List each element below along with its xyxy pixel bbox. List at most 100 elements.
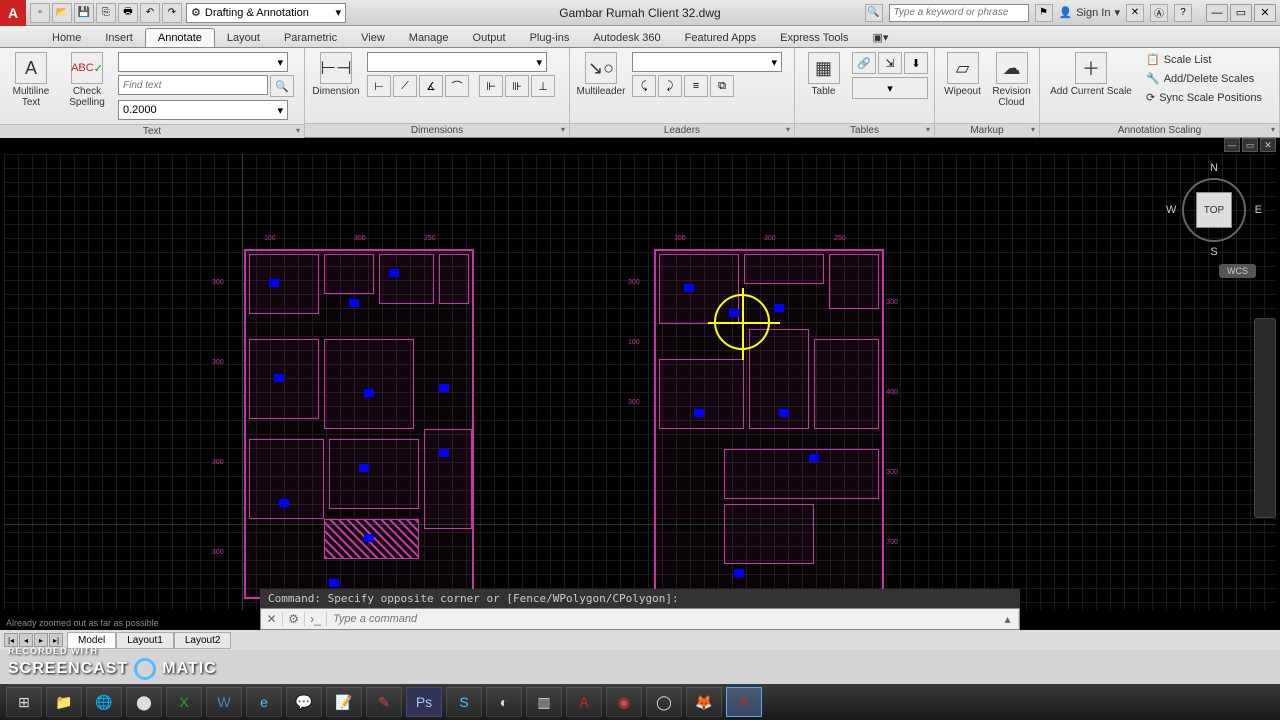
tab-parametric[interactable]: Parametric [272,29,349,47]
taskbar-app6-icon[interactable]: ◉ [606,687,642,717]
layout-first-icon[interactable]: |◂ [4,633,18,647]
close-button[interactable]: ✕ [1254,4,1276,22]
leader-collect-icon[interactable]: ⧉ [710,75,734,97]
dim-angular-icon[interactable]: ∡ [419,75,443,97]
dim-arc-icon[interactable]: ⌒ [445,75,469,97]
panel-tables-title[interactable]: Tables [795,123,934,137]
signin-button[interactable]: 👤Sign In▾ [1059,6,1120,19]
command-close-icon[interactable]: ✕ [261,612,283,626]
table-link-icon[interactable]: 🔗 [852,52,876,74]
taskbar-word-icon[interactable]: W [206,687,242,717]
taskbar-app3-icon[interactable]: S [446,687,482,717]
a360-icon[interactable]: Ⓐ [1150,4,1168,22]
dim-style-combo[interactable]: ▾ [367,52,547,72]
navigation-bar[interactable] [1254,318,1276,518]
revision-cloud-button[interactable]: ☁ Revision Cloud [990,52,1033,108]
exchange-icon[interactable]: ✕ [1126,4,1144,22]
qat-redo-icon[interactable]: ↷ [162,3,182,23]
layout-next-icon[interactable]: ▸ [34,633,48,647]
wipeout-button[interactable]: ▱ Wipeout [941,52,984,97]
sync-scale-button[interactable]: ⟳Sync Scale Positions [1142,90,1266,105]
leader-style-combo[interactable]: ▾ [632,52,782,72]
dim-ordinate-icon[interactable]: ⊥ [531,75,555,97]
taskbar-explorer-icon[interactable]: 📁 [46,687,82,717]
help-icon[interactable]: ? [1174,4,1192,22]
layout-tab-layout2[interactable]: Layout2 [174,632,232,649]
add-current-scale-button[interactable]: ＋ Add Current Scale [1046,52,1136,97]
panel-text-title[interactable]: Text [0,124,304,138]
taskbar-firefox-icon[interactable]: 🦊 [686,687,722,717]
text-style-combo[interactable]: ▾ [118,52,288,72]
taskbar-chrome-icon[interactable]: ◯ [646,687,682,717]
table-extract-icon[interactable]: ⇲ [878,52,902,74]
text-height-combo[interactable]: 0.2000▾ [118,100,288,120]
dim-continue-icon[interactable]: ⊩ [479,75,503,97]
keyword-search-input[interactable] [889,4,1029,22]
leader-add-icon[interactable]: ⤹ [632,75,656,97]
layout-prev-icon[interactable]: ◂ [19,633,33,647]
maximize-button[interactable]: ▭ [1230,4,1252,22]
qat-open-icon[interactable]: 📂 [52,3,72,23]
taskbar-app4-icon[interactable]: ◐ [486,687,522,717]
search-toggle-icon[interactable]: 🔍 [865,4,883,22]
viewcube-top[interactable]: TOP [1196,192,1232,228]
dim-aligned-icon[interactable]: ⟋ [393,75,417,97]
app-logo[interactable]: A [0,0,26,26]
panel-dimensions-title[interactable]: Dimensions [305,123,569,137]
dim-linear-icon[interactable]: ⊢ [367,75,391,97]
dim-baseline-icon[interactable]: ⊪ [505,75,529,97]
taskbar-app2-icon[interactable]: ✎ [366,687,402,717]
find-text-input[interactable] [118,75,268,95]
tab-autodesk360[interactable]: Autodesk 360 [581,29,672,47]
workspace-selector[interactable]: ⚙Drafting & Annotation ▾ [186,3,346,23]
tab-featured-apps[interactable]: Featured Apps [673,29,769,47]
tab-express-tools[interactable]: Express Tools [768,29,860,47]
tab-view[interactable]: View [349,29,397,47]
layout-tab-layout1[interactable]: Layout1 [116,632,174,649]
tab-annotate[interactable]: Annotate [145,28,215,47]
qat-saveas-icon[interactable]: ⎘ [96,3,116,23]
check-spelling-button[interactable]: ABC✓ Check Spelling [62,52,112,108]
viewport-close-icon[interactable]: ✕ [1260,138,1276,152]
qat-new-icon[interactable]: ▫ [30,3,50,23]
taskbar-notes-icon[interactable]: 📝 [326,687,362,717]
wcs-badge[interactable]: WCS [1219,264,1256,278]
viewport-minimize-icon[interactable]: — [1224,138,1240,152]
table-style-combo[interactable]: ▾ [852,77,928,99]
qat-print-icon[interactable]: 🖶 [118,3,138,23]
start-button[interactable]: ⊞ [6,687,42,717]
tab-home[interactable]: Home [40,29,93,47]
table-download-icon[interactable]: ⬇ [904,52,928,74]
command-options-icon[interactable]: ⚙ [283,612,305,626]
taskbar-browser-icon[interactable]: 🌐 [86,687,122,717]
leader-align-icon[interactable]: ≡ [684,75,708,97]
command-expand-icon[interactable]: ▴ [997,612,1019,626]
multileader-button[interactable]: ↘○ Multileader [576,52,626,97]
scale-list-button[interactable]: 📋Scale List [1142,52,1266,67]
taskbar-ie-icon[interactable]: e [246,687,282,717]
tab-manage[interactable]: Manage [397,29,461,47]
infocenter-icon[interactable]: ⚑ [1035,4,1053,22]
viewcube-east[interactable]: E [1255,204,1262,216]
command-input[interactable] [327,613,997,625]
taskbar-app5-icon[interactable]: ▥ [526,687,562,717]
viewport-maximize-icon[interactable]: ▭ [1242,138,1258,152]
taskbar-chat-icon[interactable]: 💬 [286,687,322,717]
tab-plugins[interactable]: Plug-ins [518,29,582,47]
panel-markup-title[interactable]: Markup [935,123,1039,137]
viewcube-north[interactable]: N [1210,162,1218,174]
taskbar-excel-icon[interactable]: X [166,687,202,717]
ribbon-collapse-icon[interactable]: ▣▾ [860,28,900,47]
viewcube-west[interactable]: W [1166,204,1176,216]
viewcube-south[interactable]: S [1210,246,1217,258]
leader-remove-icon[interactable]: ⤸ [658,75,682,97]
dimension-button[interactable]: ⊢⊣ Dimension [311,52,361,97]
drawing-canvas[interactable]: 100 300 250 300 300 300 300 300 400 300 [4,154,1276,610]
multiline-text-button[interactable]: A Multiline Text [6,52,56,108]
viewcube[interactable]: N S E W TOP [1166,162,1262,258]
table-button[interactable]: ▦ Table [801,52,846,97]
qat-save-icon[interactable]: 💾 [74,3,94,23]
taskbar-app1-icon[interactable]: ⬤ [126,687,162,717]
taskbar-autocad-active-icon[interactable]: A [726,687,762,717]
add-delete-scales-button[interactable]: 🔧Add/Delete Scales [1142,71,1266,86]
